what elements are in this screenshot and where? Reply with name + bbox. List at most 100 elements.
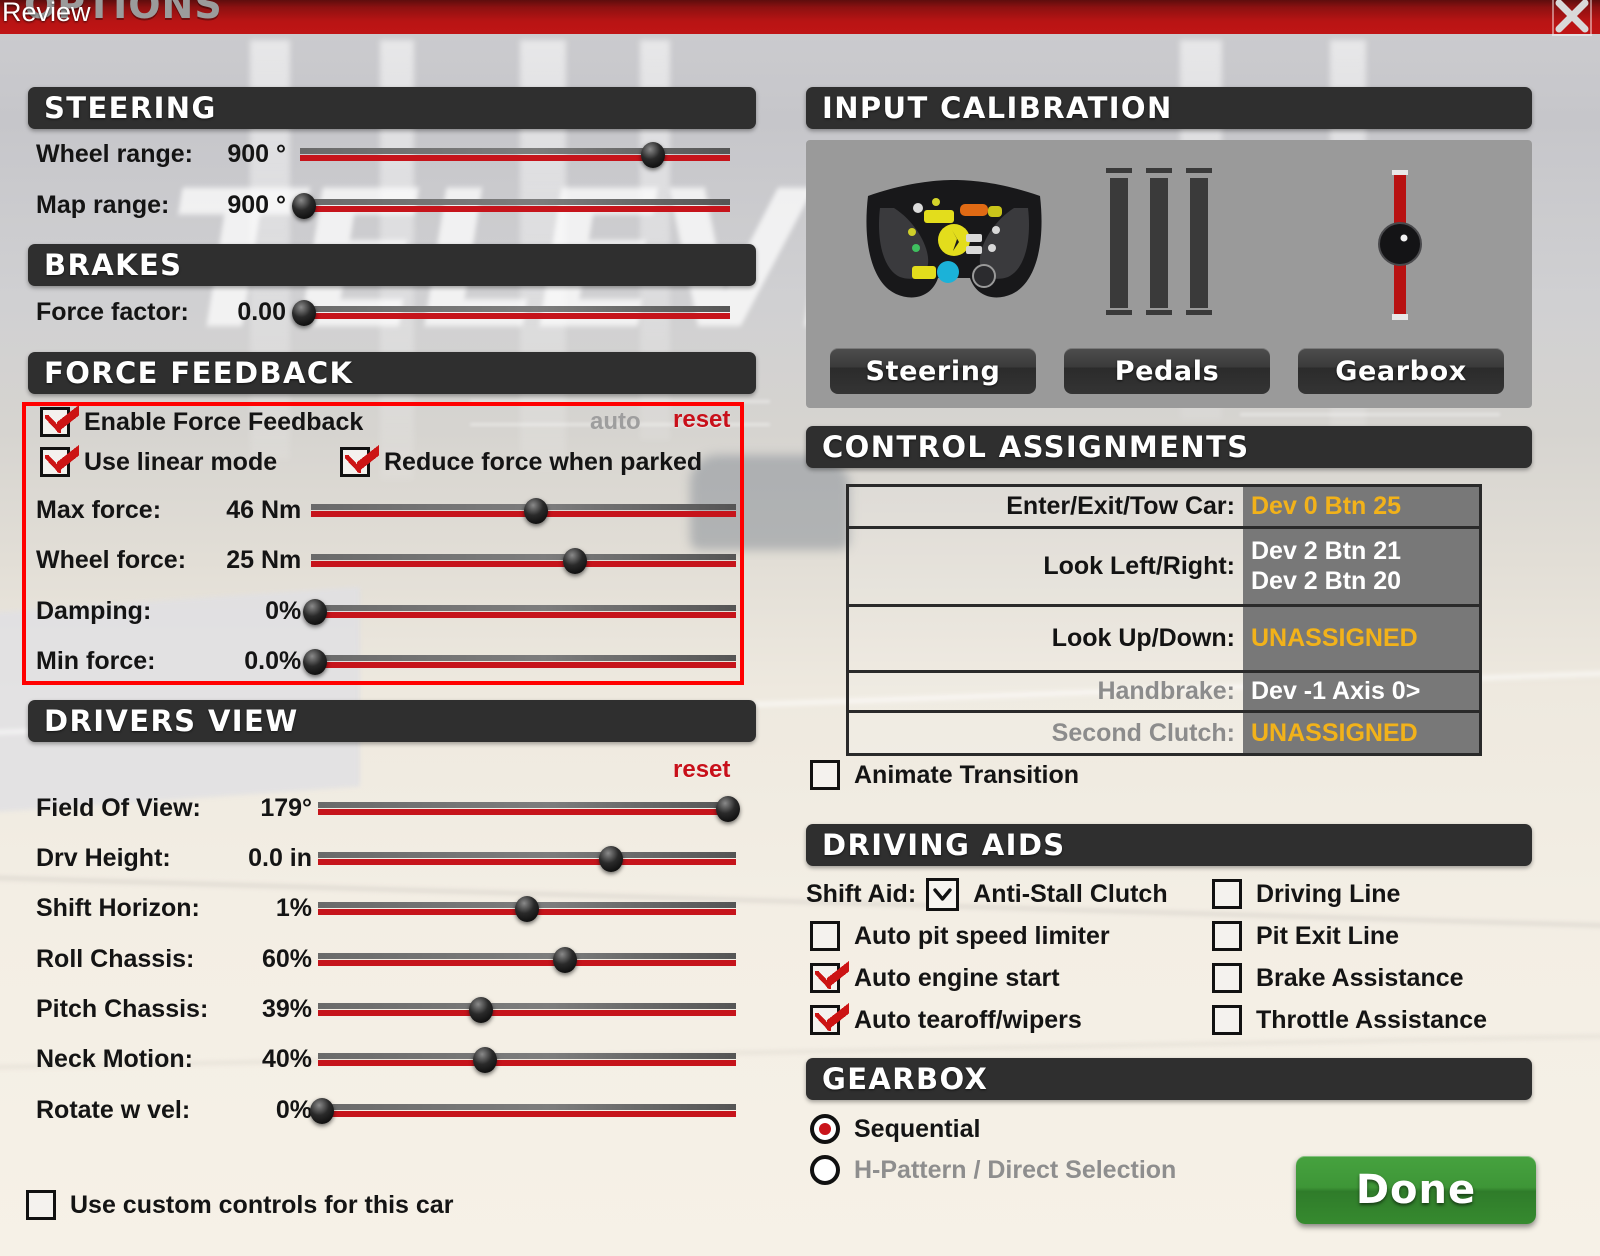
shift-aid-row[interactable]: Shift Aid: Anti-Stall Clutch — [806, 878, 1168, 911]
slider-row-drv-height[interactable]: Drv Height: 0.0 in — [36, 844, 736, 873]
brake-assistance-checkbox[interactable] — [1212, 963, 1242, 993]
auto-engine-start-checkbox[interactable] — [810, 957, 849, 993]
checkbox-auto-pit-speed-limiter[interactable]: Auto pit speed limiter — [810, 921, 1110, 951]
checkbox-pit-exit-line[interactable]: Pit Exit Line — [1212, 921, 1399, 951]
table-row[interactable]: Look Up/Down: UNASSIGNED — [849, 607, 1479, 673]
table-row[interactable]: Second Clutch: UNASSIGNED — [849, 713, 1479, 753]
slider-row-wheel-range[interactable]: Wheel range: 900 ° — [36, 140, 736, 169]
wheel-range-slider[interactable] — [300, 141, 730, 168]
driving-aids-header-label: DRIVING AIDS — [822, 828, 1066, 862]
steering-calibration-button[interactable]: Steering — [830, 348, 1036, 394]
slider-row-map-range[interactable]: Map range: 900 ° — [36, 191, 736, 220]
slider-row-field-of-view[interactable]: Field Of View: 179° — [36, 794, 740, 823]
checkbox-animate-transition[interactable]: Animate Transition — [810, 760, 1079, 790]
auto-engine-start-label: Auto engine start — [854, 963, 1060, 992]
force-factor-slider[interactable] — [292, 299, 730, 326]
wheel-force-slider-knob[interactable] — [562, 547, 587, 574]
damping-label: Damping: — [36, 597, 152, 625]
slider-row-force-factor[interactable]: Force factor: 0.00 — [36, 298, 736, 327]
shift-horizon-slider-knob[interactable] — [515, 895, 539, 922]
rotate-w-vel-slider[interactable] — [310, 1097, 736, 1124]
pedals-icon — [1106, 168, 1226, 320]
roll-chassis-slider[interactable] — [318, 946, 736, 973]
min-force-slider-knob[interactable] — [303, 648, 328, 675]
checkbox-reduce-force-when-parked[interactable]: Reduce force when parked — [340, 441, 702, 477]
enable-force-feedback-checkbox[interactable] — [40, 401, 79, 437]
max-force-label: Max force: — [36, 496, 162, 524]
ca-value-look-up-down[interactable]: UNASSIGNED — [1243, 607, 1479, 670]
ca-value-look-left-right[interactable]: Dev 2 Btn 21 Dev 2 Btn 20 — [1243, 529, 1479, 604]
chevron-down-icon[interactable] — [926, 878, 960, 911]
slider-row-pitch-chassis[interactable]: Pitch Chassis: 39% — [36, 995, 736, 1024]
slider-row-roll-chassis[interactable]: Roll Chassis: 60% — [36, 945, 736, 974]
throttle-assistance-checkbox[interactable] — [1212, 1005, 1242, 1035]
field-of-view-slider[interactable] — [318, 795, 740, 822]
auto-pit-speed-limiter-checkbox[interactable] — [810, 921, 840, 951]
table-row[interactable]: Handbrake: Dev -1 Axis 0> — [849, 673, 1479, 713]
slider-row-wheel-force[interactable]: Wheel force: 25 Nm — [36, 546, 736, 575]
slider-row-damping[interactable]: Damping: 0% — [36, 597, 736, 626]
pitch-chassis-slider[interactable] — [318, 996, 736, 1023]
ffb-auto-link[interactable]: auto — [590, 408, 641, 436]
auto-tearoff-wipers-label: Auto tearoff/wipers — [854, 1005, 1082, 1034]
reduce-force-when-parked-checkbox[interactable] — [340, 441, 379, 477]
checkbox-use-custom-controls[interactable]: Use custom controls for this car — [26, 1190, 453, 1220]
checkbox-enable-force-feedback[interactable]: Enable Force Feedback — [40, 401, 364, 437]
field-of-view-slider-knob[interactable] — [715, 795, 740, 822]
enable-force-feedback-label: Enable Force Feedback — [84, 407, 364, 436]
wheel-force-label: Wheel force: — [36, 546, 187, 574]
rotate-w-vel-slider-knob[interactable] — [310, 1097, 335, 1124]
checkbox-auto-tearoff-wipers[interactable]: Auto tearoff/wipers — [810, 999, 1082, 1035]
ca-value-enter-exit-tow-car[interactable]: Dev 0 Btn 25 — [1243, 487, 1479, 526]
table-row[interactable]: Enter/Exit/Tow Car: Dev 0 Btn 25 — [849, 487, 1479, 529]
use-custom-controls-checkbox[interactable] — [26, 1190, 56, 1220]
slider-row-neck-motion[interactable]: Neck Motion: 40% — [36, 1045, 736, 1074]
review-overlay-label: Review — [2, 0, 91, 27]
h-pattern-radio[interactable] — [810, 1155, 840, 1185]
roll-chassis-value: 60% — [261, 945, 313, 973]
table-row[interactable]: Look Left/Right: Dev 2 Btn 21 Dev 2 Btn … — [849, 529, 1479, 607]
radio-gearbox-h-pattern[interactable]: H-Pattern / Direct Selection — [810, 1155, 1176, 1185]
wheel-range-slider-knob[interactable] — [640, 141, 665, 168]
pitch-chassis-slider-knob[interactable] — [469, 996, 494, 1023]
ca-value-handbrake[interactable]: Dev -1 Axis 0> — [1243, 673, 1479, 710]
ffb-reset-link[interactable]: reset — [673, 406, 730, 434]
slider-row-max-force[interactable]: Max force: 46 Nm — [36, 496, 736, 525]
checkbox-throttle-assistance[interactable]: Throttle Assistance — [1212, 1005, 1487, 1035]
driving-line-checkbox[interactable] — [1212, 879, 1242, 909]
checkbox-auto-engine-start[interactable]: Auto engine start — [810, 957, 1060, 993]
checkbox-brake-assistance[interactable]: Brake Assistance — [1212, 963, 1464, 993]
roll-chassis-slider-knob[interactable] — [552, 946, 577, 973]
neck-motion-slider-knob[interactable] — [473, 1046, 498, 1073]
use-linear-mode-checkbox[interactable] — [40, 441, 79, 477]
drv-height-slider-knob[interactable] — [598, 845, 623, 872]
drivers-view-reset-link[interactable]: reset — [673, 756, 730, 784]
checkbox-driving-line[interactable]: Driving Line — [1212, 879, 1400, 909]
map-range-slider-knob[interactable] — [292, 192, 317, 219]
slider-row-rotate-w-vel[interactable]: Rotate w vel: 0% — [36, 1096, 736, 1125]
auto-tearoff-wipers-checkbox[interactable] — [810, 999, 849, 1035]
map-range-slider[interactable] — [292, 192, 730, 219]
pit-exit-line-checkbox[interactable] — [1212, 921, 1242, 951]
close-icon[interactable] — [1552, 0, 1592, 36]
shift-horizon-slider[interactable] — [318, 895, 736, 922]
force-factor-slider-knob[interactable] — [292, 299, 317, 326]
slider-row-shift-horizon[interactable]: Shift Horizon: 1% — [36, 894, 736, 923]
done-button[interactable]: Done — [1296, 1156, 1536, 1224]
sequential-radio[interactable] — [810, 1114, 840, 1144]
ca-value-second-clutch[interactable]: UNASSIGNED — [1243, 713, 1479, 753]
wheel-force-slider[interactable] — [311, 547, 736, 574]
animate-transition-checkbox[interactable] — [810, 760, 840, 790]
neck-motion-slider[interactable] — [318, 1046, 736, 1073]
drv-height-slider[interactable] — [318, 845, 736, 872]
max-force-slider-knob[interactable] — [524, 497, 549, 524]
min-force-slider[interactable] — [303, 648, 736, 675]
max-force-slider[interactable] — [311, 497, 736, 524]
checkbox-use-linear-mode[interactable]: Use linear mode — [40, 441, 277, 477]
pedals-calibration-button[interactable]: Pedals — [1064, 348, 1270, 394]
slider-row-min-force[interactable]: Min force: 0.0% — [36, 647, 736, 676]
damping-slider[interactable] — [303, 598, 736, 625]
damping-slider-knob[interactable] — [303, 598, 328, 625]
gearbox-calibration-button[interactable]: Gearbox — [1298, 348, 1504, 394]
radio-gearbox-sequential[interactable]: Sequential — [810, 1114, 980, 1144]
